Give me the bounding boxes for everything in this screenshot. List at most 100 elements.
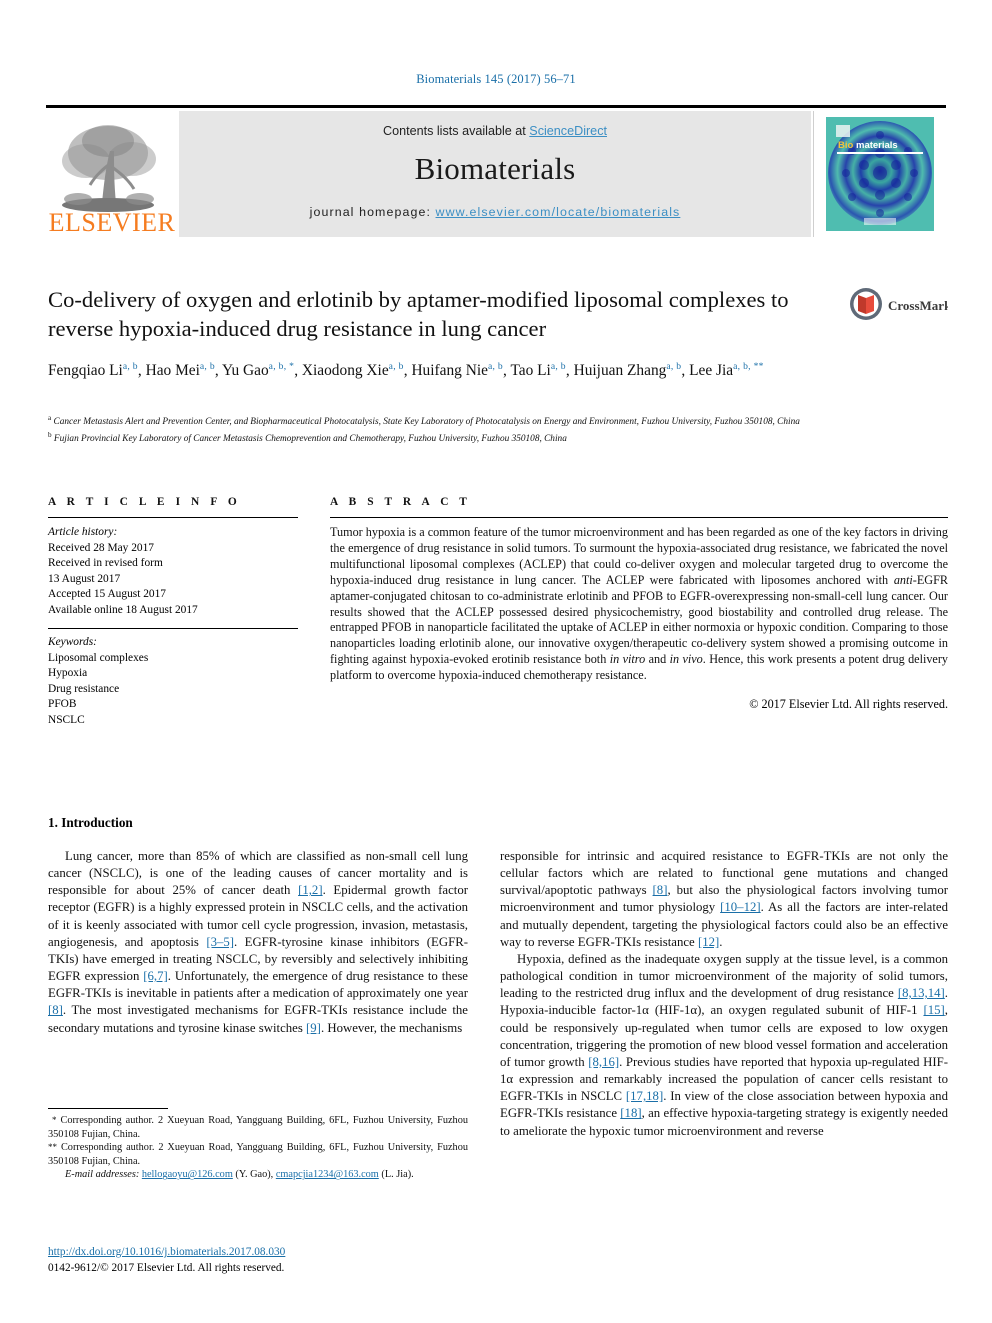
author-sep: , [565, 362, 574, 380]
citation-link[interactable]: [8] [48, 1003, 63, 1017]
citation-link[interactable]: [10–12] [720, 900, 761, 914]
affiliation-item: b Fujian Provincial Key Laboratory of Ca… [48, 429, 838, 446]
author-item: Lee Jiaa, b, ** [689, 361, 764, 380]
divider [48, 517, 298, 518]
email-owner: (Y. Gao), [232, 1169, 276, 1181]
citation-link[interactable]: [17,18] [626, 1089, 663, 1103]
article-info-heading: A R T I C L E I N F O [48, 496, 241, 508]
cover-title-materials: materials [856, 140, 898, 151]
citation-link[interactable]: [3–5] [206, 935, 234, 949]
citation-link[interactable]: [1,2] [298, 883, 323, 897]
keywords-label: Keywords: [48, 636, 97, 648]
abstract-part: Tumor hypoxia is a common feature of the… [330, 525, 948, 587]
body-column-left: Lung cancer, more than 85% of which are … [48, 848, 468, 1037]
journal-cover-image: Bio materials [826, 117, 934, 231]
divider [330, 517, 948, 518]
abstract-part: and [645, 652, 670, 667]
masthead-center: Contents lists available at ScienceDirec… [179, 111, 811, 237]
author-affil-marks: a, b, * [268, 361, 295, 372]
citation-link[interactable]: [8,13,14] [898, 986, 945, 1000]
citation-link[interactable]: [12] [698, 935, 719, 949]
article-history-label: Article history: [48, 526, 118, 538]
citation-link[interactable]: [8,16] [588, 1055, 619, 1069]
footnote-text: Corresponding author. 2 Xueyuan Road, Ya… [48, 1115, 468, 1140]
running-head: Biomaterials 145 (2017) 56–71 [416, 72, 576, 86]
homepage-prefix: journal homepage: [309, 205, 436, 219]
author-affil-marks: a, b [199, 361, 215, 372]
author-affil-marks: a, b [666, 361, 682, 372]
sciencedirect-link[interactable]: ScienceDirect [529, 124, 607, 138]
abstract-italic: in vitro [609, 652, 646, 667]
issn-copyright-line: 0142-9612/© 2017 Elsevier Ltd. All right… [48, 1261, 285, 1274]
elsevier-logo-icon: ELSEVIER [48, 111, 176, 237]
author-sep: , [681, 362, 690, 380]
cover-title-bio: Bio [838, 140, 854, 151]
footnote-item: * Corresponding author. 2 Xueyuan Road, … [48, 1114, 468, 1141]
footnote-item: ** Corresponding author. 2 Xueyuan Road,… [48, 1141, 468, 1168]
affiliation-mark: b [48, 430, 52, 439]
author-name: Fengqiao Li [48, 362, 123, 380]
author-affil-marks: a, b, ** [733, 361, 764, 372]
author-item: Tao Lia, b, [510, 361, 574, 380]
citation-link[interactable]: [9] [306, 1021, 321, 1035]
footnote-block: * Corresponding author. 2 Xueyuan Road, … [48, 1114, 468, 1182]
doi-link[interactable]: http://dx.doi.org/10.1016/j.biomaterials… [48, 1246, 285, 1258]
author-item: Huijuan Zhanga, b, [574, 361, 690, 380]
citation-link[interactable]: [18] [620, 1106, 641, 1120]
elsevier-wordmark: ELSEVIER [49, 208, 176, 237]
abstract-copyright: © 2017 Elsevier Ltd. All rights reserved… [749, 697, 948, 712]
author-name: Xiaodong Xie [301, 362, 389, 380]
article-title: Co-delivery of oxygen and erlotinib by a… [48, 287, 789, 341]
journal-homepage-line: journal homepage: www.elsevier.com/locat… [179, 205, 811, 219]
citation-link[interactable]: [15] [923, 1003, 944, 1017]
keyword-item: NSCLC [48, 713, 85, 726]
author-name: Huifang Nie [411, 362, 488, 380]
footnote-text: Corresponding author. 2 Xueyuan Road, Ya… [48, 1142, 468, 1167]
email-line: E-mail addresses: hellogaoyu@126.com (Y.… [48, 1168, 468, 1182]
abstract-column: A B S T R A C T Tumor hypoxia is a commo… [330, 496, 948, 712]
crossmark-label: CrossMark [888, 298, 948, 313]
citation-link[interactable]: [6,7] [143, 969, 168, 983]
footnote-divider [48, 1108, 168, 1109]
journal-homepage-link[interactable]: www.elsevier.com/locate/biomaterials [436, 205, 681, 219]
author-affil-marks: a, b [122, 361, 138, 372]
email-owner: (L. Jia). [378, 1169, 414, 1181]
publisher-logo-block: ELSEVIER [46, 111, 177, 237]
footnote-mark: * [51, 1115, 57, 1125]
author-name: Lee Jia [689, 362, 734, 380]
author-item: Hao Meia, b, [146, 361, 222, 379]
author-item: Xiaodong Xiea, b, [301, 361, 412, 380]
author-list: Fengqiao Lia, b, Hao Meia, b, Yu Gaoa, b… [48, 356, 838, 382]
affiliation-text: Fujian Provincial Key Laboratory of Canc… [53, 433, 567, 444]
email-link-jia[interactable]: cmapcjia1234@163.com [276, 1169, 379, 1180]
contents-lists-line: Contents lists available at ScienceDirec… [179, 124, 811, 138]
article-history-item: Received in revised form [48, 557, 163, 569]
article-history-item: Accepted 15 August 2017 [48, 588, 166, 600]
abstract-text: Tumor hypoxia is a common feature of the… [330, 525, 948, 684]
paragraph-part: Hypoxia, defined as the inadequate oxyge… [500, 951, 948, 1001]
paragraph: Lung cancer, more than 85% of which are … [48, 848, 468, 1037]
article-history-item: Available online 18 August 2017 [48, 603, 198, 616]
paragraph: Hypoxia, defined as the inadequate oxyge… [500, 951, 948, 1140]
crossmark-badge[interactable]: CrossMark [848, 285, 952, 327]
author-sep: , [294, 362, 302, 380]
author-name: Yu Gao [222, 362, 269, 380]
abstract-heading: A B S T R A C T [330, 496, 471, 508]
paragraph: responsible for intrinsic and acquired r… [500, 848, 948, 951]
affiliation-text: Cancer Metastasis Alert and Prevention C… [53, 417, 800, 428]
article-history-item: Received 28 May 2017 [48, 541, 154, 554]
abstract-italic: anti [893, 572, 913, 587]
citation-link[interactable]: [8] [653, 883, 668, 897]
body-column-right: responsible for intrinsic and acquired r… [500, 848, 948, 1140]
author-affil-marks: a, b [487, 361, 504, 372]
journal-title: Biomaterials [414, 151, 576, 186]
email-link-gao[interactable]: hellogaoyu@126.com [142, 1169, 233, 1180]
doi-block: http://dx.doi.org/10.1016/j.biomaterials… [48, 1245, 478, 1276]
author-item: Huifang Niea, b, [411, 361, 510, 380]
paragraph-part: . However, the mechanisms [320, 1020, 463, 1035]
author-name: Tao Li [510, 362, 551, 380]
divider [48, 628, 298, 629]
crossmark-icon[interactable]: CrossMark [848, 285, 952, 327]
journal-article-page: Biomaterials 145 (2017) 56–71 ELSEVIER C… [0, 0, 992, 1323]
journal-cover-block: Bio materials [813, 111, 945, 237]
